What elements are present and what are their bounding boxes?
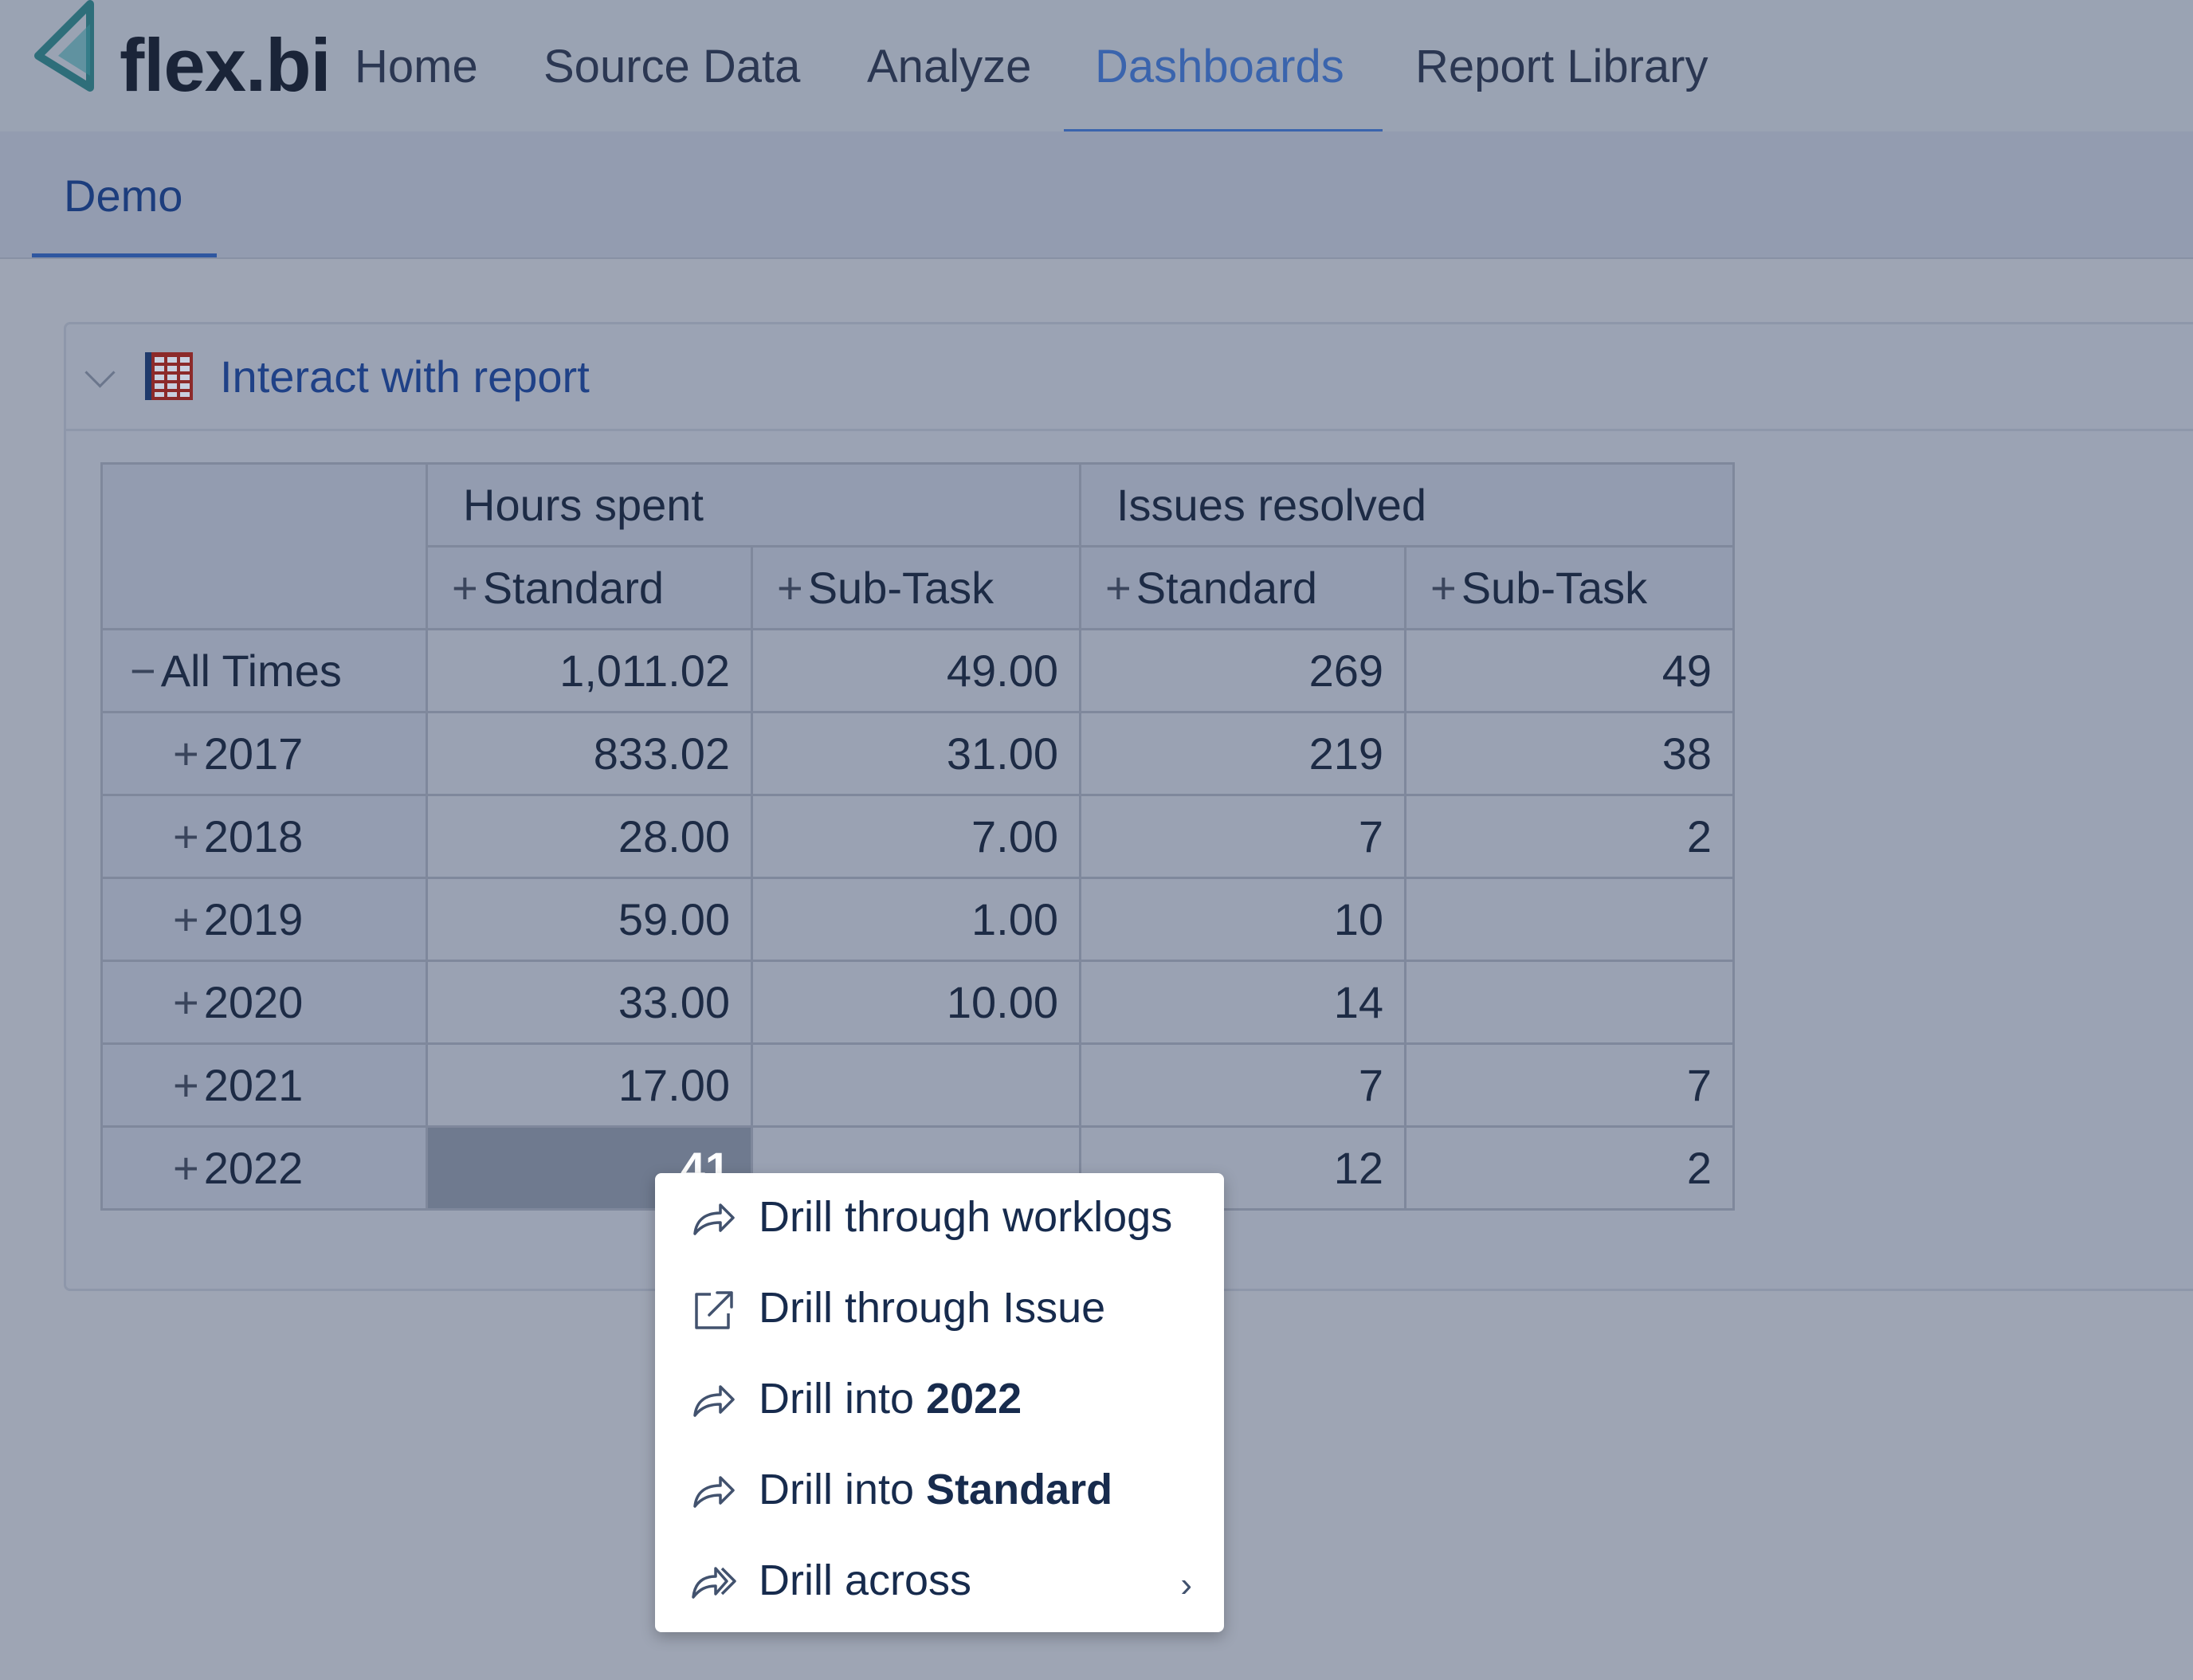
- expand-icon[interactable]: +: [173, 811, 199, 862]
- table-cell[interactable]: 28.00: [426, 794, 753, 879]
- row-header-label: 2019: [203, 894, 304, 944]
- chevron-right-icon: ›: [1180, 1565, 1192, 1604]
- share-arrow-icon: [693, 1203, 735, 1235]
- table-cell[interactable]: 1,011.02: [426, 628, 753, 713]
- table-cell[interactable]: 2: [1404, 1125, 1735, 1211]
- dashboard-tabs-bar: [0, 131, 2193, 259]
- table-cell[interactable]: 59.00: [426, 877, 753, 962]
- expand-icon[interactable]: +: [1430, 563, 1457, 613]
- col-header-label: Sub-Task: [807, 563, 994, 613]
- table-row: +2018 28.00 7.00 7 2: [100, 794, 1735, 879]
- table-cell[interactable]: 7.00: [751, 794, 1081, 879]
- table-cell[interactable]: 49.00: [751, 628, 1081, 713]
- external-link-icon: [695, 1291, 733, 1329]
- row-header-label: 2022: [203, 1143, 304, 1193]
- expand-icon[interactable]: +: [777, 563, 803, 613]
- table-cell[interactable]: 10: [1079, 877, 1406, 962]
- row-header-label: 2020: [203, 977, 304, 1027]
- expand-icon[interactable]: +: [173, 1060, 199, 1110]
- share-arrow-icon: [693, 1385, 735, 1417]
- share-arrow-icon: [693, 1476, 735, 1508]
- table-cell[interactable]: [1404, 960, 1735, 1045]
- table-cell[interactable]: 833.02: [426, 711, 753, 796]
- row-header-2020[interactable]: +2020: [100, 960, 428, 1045]
- table-row: +2020 33.00 10.00 14: [100, 960, 1735, 1045]
- col-group-hours-spent[interactable]: Hours spent: [426, 462, 1081, 548]
- menu-item-label: Drill into: [759, 1375, 927, 1423]
- table-cell[interactable]: 49: [1404, 628, 1735, 713]
- app-logo-text[interactable]: flex.bi: [120, 22, 332, 108]
- menu-item-label: Drill into: [759, 1466, 927, 1513]
- col-header-standard[interactable]: + Standard: [426, 545, 753, 630]
- expand-icon[interactable]: +: [1105, 563, 1132, 613]
- expand-icon[interactable]: +: [173, 977, 199, 1027]
- col-header-sub-task[interactable]: + Sub-Task: [751, 545, 1081, 630]
- col-header-label: Standard: [1136, 563, 1317, 613]
- menu-item-drill-into-2022[interactable]: Drill into 2022: [655, 1355, 1224, 1446]
- context-menu: Drill through worklogs Drill through Iss…: [655, 1173, 1224, 1632]
- corner-cell: [100, 462, 428, 630]
- row-header-label: 2021: [203, 1060, 304, 1110]
- menu-item-label: Drill across: [759, 1556, 972, 1604]
- tab-demo[interactable]: Demo: [64, 170, 182, 222]
- row-header-2019[interactable]: +2019: [100, 877, 428, 962]
- row-header-all-times[interactable]: − All Times: [100, 628, 428, 713]
- menu-item-drill-through-issue[interactable]: Drill through Issue: [655, 1264, 1224, 1355]
- table-row: +2017 833.02 31.00 219 38: [100, 711, 1735, 796]
- table-cell[interactable]: 219: [1079, 711, 1406, 796]
- expand-icon[interactable]: +: [173, 894, 199, 944]
- nav-dashboards[interactable]: Dashboards: [1095, 40, 1344, 93]
- report-title[interactable]: Interact with report: [220, 351, 590, 402]
- table-cell[interactable]: 7: [1079, 794, 1406, 879]
- expand-icon[interactable]: +: [173, 1143, 199, 1193]
- menu-item-label: Drill through worklogs: [759, 1193, 1173, 1241]
- table-cell[interactable]: [751, 1042, 1081, 1128]
- table-row: +2019 59.00 1.00 10: [100, 877, 1735, 962]
- expand-icon[interactable]: +: [173, 728, 199, 779]
- nav-source-data[interactable]: Source Data: [543, 40, 800, 93]
- double-share-arrow-icon: [692, 1567, 736, 1599]
- table-cell[interactable]: 33.00: [426, 960, 753, 1045]
- col-header-standard[interactable]: + Standard: [1079, 545, 1406, 630]
- row-header-2021[interactable]: +2021: [100, 1042, 428, 1128]
- col-group-issues-resolved[interactable]: Issues resolved: [1079, 462, 1735, 548]
- menu-item-bold-label: Standard: [926, 1466, 1113, 1513]
- table-cell[interactable]: 14: [1079, 960, 1406, 1045]
- menu-item-label: Drill through Issue: [759, 1284, 1106, 1332]
- col-header-label: Sub-Task: [1461, 563, 1648, 613]
- collapse-icon[interactable]: −: [130, 646, 156, 696]
- table-row: +2021 17.00 7 7: [100, 1042, 1735, 1128]
- col-header-label: Standard: [482, 563, 664, 613]
- table-cell[interactable]: 10.00: [751, 960, 1081, 1045]
- expand-icon[interactable]: +: [452, 563, 478, 613]
- menu-item-drill-into-standard[interactable]: Drill into Standard: [655, 1446, 1224, 1537]
- table-cell[interactable]: 7: [1404, 1042, 1735, 1128]
- table-cell[interactable]: [1404, 877, 1735, 962]
- col-header-sub-task[interactable]: + Sub-Task: [1404, 545, 1735, 630]
- table-cell[interactable]: 31.00: [751, 711, 1081, 796]
- menu-item-bold-label: 2022: [926, 1375, 1022, 1423]
- flexbi-logo-icon[interactable]: [30, 0, 102, 96]
- row-header-2017[interactable]: +2017: [100, 711, 428, 796]
- nav-analyze[interactable]: Analyze: [867, 40, 1031, 93]
- nav-report-library[interactable]: Report Library: [1415, 40, 1708, 93]
- nav-home[interactable]: Home: [355, 40, 478, 93]
- table-cell[interactable]: 7: [1079, 1042, 1406, 1128]
- pivot-table: Hours spent Issues resolved + Standard + S…: [100, 462, 1735, 1211]
- table-cell[interactable]: 269: [1079, 628, 1406, 713]
- row-header-2018[interactable]: +2018: [100, 794, 428, 879]
- menu-item-drill-through-worklogs[interactable]: Drill through worklogs: [655, 1173, 1224, 1264]
- table-cell[interactable]: 1.00: [751, 877, 1081, 962]
- menu-item-drill-across[interactable]: Drill across ›: [655, 1537, 1224, 1627]
- table-cell[interactable]: 38: [1404, 711, 1735, 796]
- row-header-label: 2017: [203, 728, 304, 779]
- table-cell[interactable]: 17.00: [426, 1042, 753, 1128]
- active-tab-indicator: [32, 253, 217, 257]
- table-cell[interactable]: 2: [1404, 794, 1735, 879]
- row-header-label: 2018: [203, 811, 304, 862]
- row-header-label: All Times: [160, 646, 342, 696]
- table-report-icon: [145, 352, 193, 400]
- table-row: − All Times 1,011.02 49.00 269 49: [100, 628, 1735, 713]
- row-header-2022[interactable]: +2022: [100, 1125, 428, 1211]
